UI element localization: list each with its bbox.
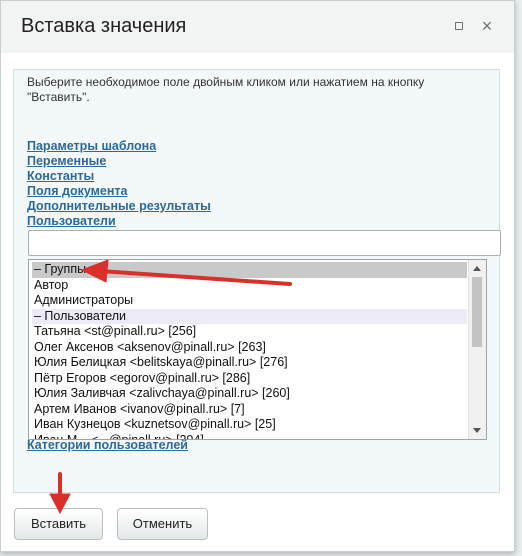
dialog-title: Вставка значения (21, 15, 187, 37)
cancel-button[interactable]: Отменить (117, 508, 208, 540)
maximize-icon[interactable] (452, 19, 466, 33)
list-option[interactable]: Юлия Заливчая <zalivchaya@pinall.ru> [26… (32, 386, 467, 402)
list-option[interactable]: Татьяна <st@pinall.ru> [256] (32, 324, 467, 340)
listbox-options: – Группы Автор Администраторы – Пользовател… (32, 262, 467, 439)
scroll-down-icon[interactable] (473, 428, 481, 433)
users-listbox[interactable]: – Группы Автор Администраторы – Пользовател… (28, 259, 487, 440)
list-option[interactable]: Олег Аксенов <aksenov@pinall.ru> [263] (32, 340, 467, 356)
link-additional-results[interactable]: Дополнительные результаты (27, 199, 211, 214)
list-option[interactable]: Администраторы (32, 293, 467, 309)
users-filter-input[interactable] (28, 230, 501, 256)
link-constants[interactable]: Константы (27, 169, 211, 184)
listbox-scrollbar[interactable] (468, 260, 486, 439)
instruction-text: Выберите необходимое поле двойным кликом… (27, 75, 425, 104)
insert-button[interactable]: Вставить (14, 508, 103, 540)
list-option[interactable]: Артем Иванов <ivanov@pinall.ru> [7] (32, 402, 467, 418)
link-template-params[interactable]: Параметры шаблона (27, 139, 211, 154)
close-icon[interactable]: × (480, 17, 494, 35)
link-document-fields[interactable]: Поля документа (27, 184, 211, 199)
insert-value-dialog: Вставка значения × Выберите необходимое … (0, 0, 515, 552)
scroll-up-icon[interactable] (473, 266, 481, 271)
dialog-titlebar[interactable]: Вставка значения × (1, 1, 514, 53)
list-option[interactable]: Автор (32, 278, 467, 294)
dialog-content: Выберите необходимое поле двойным кликом… (13, 69, 501, 493)
list-option[interactable]: Иван Кузнецов <kuznetsov@pinall.ru> [25] (32, 417, 467, 433)
scroll-thumb[interactable] (472, 277, 482, 347)
list-option[interactable]: Юлия Белицкая <belitskaya@pinall.ru> [27… (32, 355, 467, 371)
link-users[interactable]: Пользователи (27, 214, 211, 229)
list-group-header[interactable]: – Пользователи (32, 308, 467, 324)
category-links: Параметры шаблона Переменные Константы П… (27, 139, 211, 229)
link-user-categories[interactable]: Категории пользователей (27, 438, 188, 453)
list-group-header[interactable]: – Группы (32, 262, 467, 278)
link-variables[interactable]: Переменные (27, 154, 211, 169)
list-option[interactable]: Пётр Егоров <egorov@pinall.ru> [286] (32, 371, 467, 387)
